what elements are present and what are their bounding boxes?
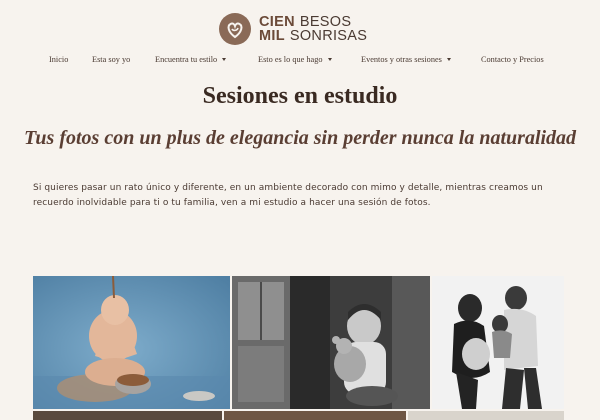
- chevron-down-icon: [327, 58, 332, 61]
- nav-item-inicio[interactable]: Inicio: [49, 55, 68, 64]
- logo-word-cien: CIEN: [259, 14, 295, 30]
- nav-item-label: Esta soy yo: [92, 55, 131, 64]
- gallery-photo-family-portrait[interactable]: [432, 276, 564, 409]
- logo-word-sonrisas: SONRISAS: [289, 28, 368, 44]
- logo-word-besos: BESOS: [299, 14, 352, 30]
- heart-monogram-icon: [219, 13, 251, 45]
- site-header: CIEN BESOS MIL SONRISAS: [0, 0, 600, 48]
- nav-item-label: Inicio: [49, 55, 69, 64]
- nav-item-esta-soy-yo[interactable]: Esta soy yo: [92, 55, 130, 64]
- chevron-down-icon: [446, 58, 451, 61]
- logo-wordmark: CIEN BESOS MIL SONRISAS: [259, 14, 368, 44]
- nav-item-eventos[interactable]: Eventos y otras sesiones: [361, 55, 451, 64]
- gallery-photo-child-with-teddy[interactable]: [232, 276, 430, 409]
- page-subtitle: Tus fotos con un plus de elegancia sin p…: [23, 127, 577, 149]
- nav-item-esto-es-lo-que-hago[interactable]: Esto es lo que hago: [258, 55, 332, 64]
- gallery-photo-row2-2[interactable]: [224, 411, 406, 420]
- gallery-photo-baby-cake-smash[interactable]: [33, 276, 230, 409]
- nav-item-contacto-precios[interactable]: Contacto y Precios: [481, 55, 544, 64]
- nav-item-label: Esto es lo que hago: [258, 55, 323, 64]
- photo-gallery: [33, 276, 564, 420]
- chevron-down-icon: [222, 58, 227, 61]
- gallery-photo-row2-1[interactable]: [33, 411, 222, 420]
- intro-paragraph: Si quieres pasar un rato único y diferen…: [33, 183, 543, 208]
- page-title: Sesiones en estudio: [202, 83, 398, 109]
- nav-item-label: Eventos y otras sesiones: [361, 55, 442, 64]
- nav-item-encuentra-tu-estilo[interactable]: Encuentra tu estilo: [155, 55, 227, 64]
- site-logo[interactable]: CIEN BESOS MIL SONRISAS: [219, 10, 367, 48]
- logo-word-mil: MIL: [259, 28, 285, 44]
- nav-item-label: Encuentra tu estilo: [155, 55, 218, 64]
- gallery-photo-row2-3[interactable]: [408, 411, 564, 420]
- nav-item-label: Contacto y Precios: [481, 55, 544, 64]
